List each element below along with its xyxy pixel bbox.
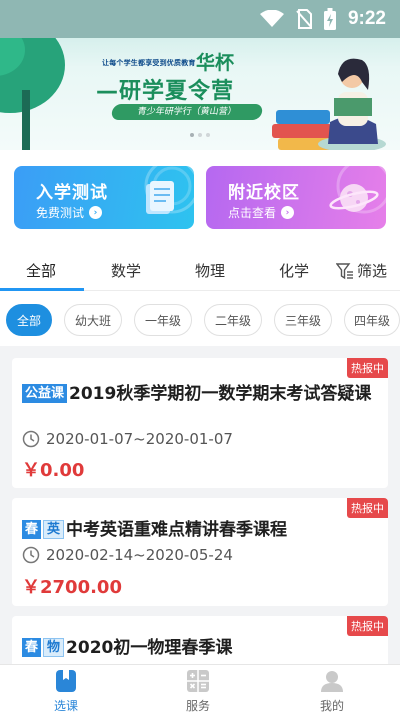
nav-service[interactable]: 服务: [158, 669, 238, 714]
tab-physics[interactable]: 物理: [195, 260, 225, 281]
grade-chip-grade-2[interactable]: 二年级: [204, 304, 262, 336]
document-icon: [144, 166, 194, 214]
hot-badge: 热报中: [347, 358, 388, 378]
course-title-row: 春物 2020初一物理春季课: [22, 636, 372, 660]
pager-dot: [198, 133, 202, 137]
arrow-right-icon: ›: [89, 206, 103, 219]
bottom-nav: 选课 服务 我的: [0, 664, 400, 720]
course-tag-physics: 物: [43, 638, 65, 657]
tab-all[interactable]: 全部: [26, 260, 56, 281]
course-title: 2019秋季学期初一数学期末考试答疑课: [69, 384, 372, 404]
filter-label: 筛选: [357, 262, 388, 280]
course-price: ￥0.00: [22, 460, 85, 481]
tab-math[interactable]: 数学: [111, 260, 141, 281]
no-sim-icon: [296, 9, 312, 29]
nearby-campus-card[interactable]: 附近校区 点击查看 ›: [206, 166, 386, 229]
nav-label-select-course: 选课: [53, 699, 78, 713]
calculator-icon: [187, 670, 209, 692]
course-title-row: 春英中考英语重难点精讲春季课程: [22, 518, 372, 542]
banner-pager: [0, 133, 400, 137]
entrance-test-title: 入学测试: [36, 183, 108, 203]
course-title-row: 公益课 2019秋季学期初一数学期末考试答疑课: [22, 382, 372, 406]
clock-icon: [22, 546, 40, 564]
filter-button[interactable]: 筛选: [336, 260, 387, 281]
grade-chip-all[interactable]: 全部: [6, 304, 52, 336]
course-title: 2020初一物理春季课: [66, 638, 233, 658]
course-card[interactable]: 热报中 春英中考英语重难点精讲春季课程 2020-02-14~2020-05-2…: [12, 498, 388, 606]
entrance-test-sub: 免费测试 ›: [36, 204, 103, 221]
nearby-campus-sub: 点击查看 ›: [228, 204, 295, 221]
tree-illustration: [0, 20, 65, 150]
banner-title-b: —研学夏令营: [96, 79, 235, 104]
entrance-test-subtitle: 免费测试: [36, 206, 85, 220]
nav-profile[interactable]: 我的: [292, 669, 372, 714]
course-date: 2020-02-14~2020-05-24: [46, 546, 233, 564]
battery-charging-icon: [323, 8, 336, 30]
course-tag-english: 英: [43, 520, 65, 539]
active-tab-indicator: [0, 288, 84, 291]
clock-icon: [22, 430, 40, 448]
arrow-right-icon: ›: [281, 206, 295, 219]
pager-dot: [206, 133, 210, 137]
status-bar: 9:22: [0, 0, 400, 38]
course-date-row: 2020-02-14~2020-05-24: [22, 546, 233, 564]
banner-slogan: 让每个学生都享受到优质教育: [102, 59, 196, 67]
wifi-icon: [259, 10, 284, 28]
nav-label-service: 服务: [185, 699, 210, 713]
course-tag-spring: 春: [22, 520, 42, 539]
grade-chip-kindergarten[interactable]: 幼大班: [64, 304, 122, 336]
course-title: 中考英语重难点精讲春季课程: [66, 520, 288, 540]
grade-chip-grade-1[interactable]: 一年级: [134, 304, 192, 336]
status-time: 9:22: [347, 8, 386, 29]
nearby-campus-subtitle: 点击查看: [228, 206, 277, 220]
nav-label-profile: 我的: [319, 699, 344, 713]
nav-select-course[interactable]: 选课: [26, 669, 106, 714]
course-price: ￥2700.00: [22, 577, 122, 598]
grade-chip-grade-4[interactable]: 四年级: [344, 304, 400, 336]
pager-dot-active: [190, 133, 194, 137]
hot-badge: 热报中: [347, 498, 388, 518]
tab-chemistry[interactable]: 化学: [279, 260, 309, 281]
hot-badge: 热报中: [347, 616, 388, 636]
banner-title-a: 华杯: [196, 52, 235, 74]
planet-icon: [329, 166, 386, 214]
user-icon: [321, 671, 343, 692]
entrance-test-card[interactable]: 入学测试 免费测试 ›: [14, 166, 194, 229]
course-date: 2020-01-07~2020-01-07: [46, 430, 233, 448]
grade-chip-grade-3[interactable]: 三年级: [274, 304, 332, 336]
banner-ribbon: 青少年研学行（黄山营）: [110, 104, 264, 120]
nearby-campus-title: 附近校区: [228, 183, 300, 203]
course-date-row: 2020-01-07~2020-01-07: [22, 430, 233, 448]
bookmark-book-icon: [56, 670, 76, 692]
course-card[interactable]: 热报中 公益课 2019秋季学期初一数学期末考试答疑课 2020-01-07~20…: [12, 358, 388, 488]
filter-icon: [336, 262, 353, 279]
course-tag-spring: 春: [22, 638, 42, 657]
course-tag-public: 公益课: [22, 384, 68, 403]
